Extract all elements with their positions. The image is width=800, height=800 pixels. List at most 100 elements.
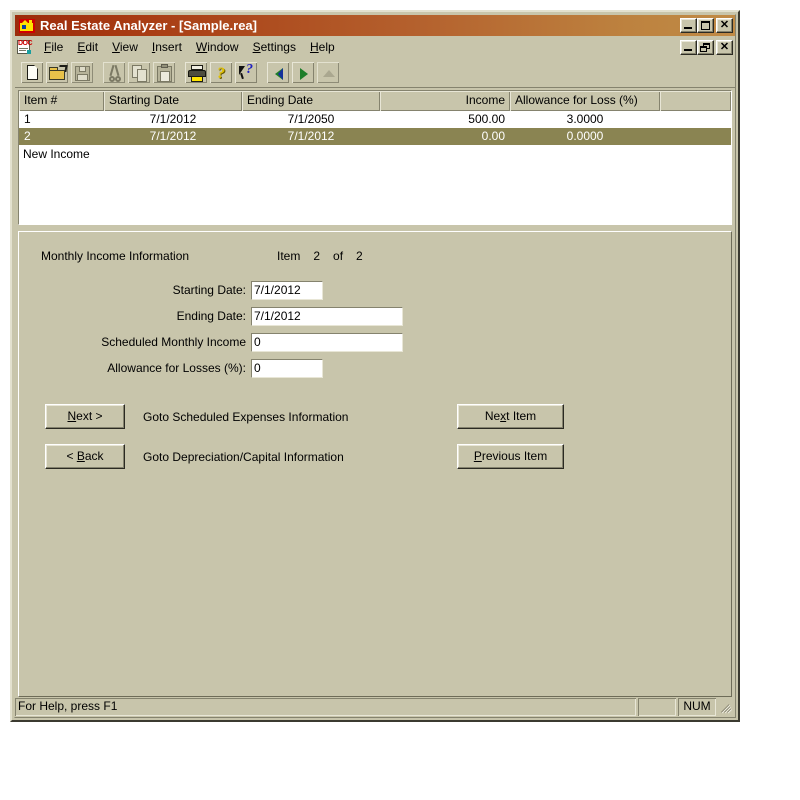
scissors-icon [103, 62, 125, 83]
menu-item-settings[interactable]: Settings [246, 38, 303, 56]
open-folder-icon [46, 62, 68, 83]
document-icon[interactable]: DOC [17, 39, 33, 55]
minimize-button[interactable] [680, 18, 697, 33]
menu-bar: DOC File Edit View Insert Window Setting… [15, 37, 735, 57]
field-row-scheduled-monthly-income: Scheduled Monthly Income [41, 332, 491, 352]
previous-button[interactable] [266, 61, 290, 84]
status-pane-num: NUM [678, 698, 716, 716]
field-row-ending-date: Ending Date: [41, 306, 491, 326]
field-row-allowance-for-losses: Allowance for Losses (%): [41, 358, 491, 378]
column-header-blank[interactable] [660, 91, 731, 111]
toolbar: ? ? [15, 58, 735, 88]
next-item-button[interactable]: Next Item [457, 404, 564, 429]
column-header-income[interactable]: Income [380, 91, 510, 111]
copy-icon [128, 62, 150, 83]
application-window: Real Estate Analyzer - [Sample.rea] ✕ DO… [10, 10, 740, 722]
paste-button[interactable] [152, 61, 176, 84]
cell-blank [660, 111, 731, 128]
cell-income: 0.00 [481, 129, 505, 143]
previous-item-button[interactable]: Previous Item [457, 444, 564, 469]
field-row-starting-date: Starting Date: [41, 280, 491, 300]
table-row[interactable]: 1 7/1/2012 7/1/2050 500.00 3.0000 [19, 111, 731, 128]
restore-icon-front [700, 45, 707, 52]
print-button[interactable] [184, 61, 208, 84]
table-row[interactable]: 2 7/1/2012 7/1/2012 0.00 0.0000 [19, 128, 731, 145]
child-minimize-button[interactable] [680, 39, 697, 55]
left-arrow-icon [267, 62, 289, 83]
item-counter-current: 2 [313, 249, 321, 263]
goto-back-text: Goto Depreciation/Capital Information [143, 450, 344, 464]
label-scheduled-monthly-income: Scheduled Monthly Income [101, 335, 246, 349]
maximize-button[interactable] [697, 18, 714, 33]
column-header-ending-date[interactable]: Ending Date [242, 91, 380, 111]
next-button[interactable]: Next > [45, 404, 125, 429]
about-button[interactable]: ? [209, 61, 233, 84]
scheduled-monthly-income-field[interactable] [251, 332, 403, 352]
cell-starting-date: 7/1/2012 [149, 129, 197, 143]
context-help-icon: ? [235, 62, 257, 83]
item-counter-total: 2 [356, 249, 363, 263]
next-button[interactable] [291, 61, 315, 84]
label-ending-date: Ending Date: [176, 309, 246, 323]
cell-blank [660, 128, 731, 145]
up-button[interactable] [316, 61, 340, 84]
maximize-icon [701, 21, 710, 30]
form-title: Monthly Income Information [41, 249, 190, 263]
toolbar-separator [259, 61, 266, 84]
menu-item-view[interactable]: View [105, 38, 145, 56]
up-arrow-icon [317, 62, 339, 83]
copy-button[interactable] [127, 61, 151, 84]
cell-item-number: 2 [24, 129, 31, 143]
status-message: For Help, press F1 [15, 698, 636, 716]
item-counter-of: of [333, 249, 344, 263]
minimize-icon [684, 27, 692, 29]
save-button[interactable] [70, 61, 94, 84]
income-list-view[interactable]: Item # Starting Date Ending Date Income … [18, 90, 732, 225]
list-note: New Income [23, 147, 90, 161]
new-button[interactable] [20, 61, 44, 84]
back-button[interactable]: < Back [45, 444, 125, 469]
column-header-starting-date[interactable]: Starting Date [104, 91, 242, 111]
cell-income: 500.00 [468, 112, 505, 126]
context-help-button[interactable]: ? [234, 61, 258, 84]
column-header-item-number[interactable]: Item # [19, 91, 104, 111]
cut-button[interactable] [102, 61, 126, 84]
menu-item-insert[interactable]: Insert [145, 38, 189, 56]
close-button[interactable]: ✕ [716, 18, 733, 33]
cell-starting-date: 7/1/2012 [149, 112, 197, 126]
cell-item-number: 1 [24, 112, 31, 126]
menu-item-window[interactable]: Window [189, 38, 246, 56]
allowance-for-losses-field[interactable] [251, 358, 323, 378]
column-header-allowance-for-loss[interactable]: Allowance for Loss (%) [510, 91, 660, 111]
child-restore-button[interactable] [697, 39, 714, 55]
status-pane-blank [638, 698, 676, 716]
item-counter-label: Item [277, 249, 301, 263]
menu-item-edit[interactable]: Edit [70, 38, 105, 56]
close-icon: ✕ [719, 40, 730, 53]
income-form-panel: Monthly Income Information Item 2 of 2 S… [18, 231, 732, 697]
right-arrow-icon [292, 62, 314, 83]
label-allowance-for-losses: Allowance for Losses (%): [107, 361, 246, 375]
house-icon[interactable] [19, 18, 35, 33]
save-disk-icon [71, 62, 93, 83]
goto-next-text: Goto Scheduled Expenses Information [143, 410, 349, 424]
new-document-icon [21, 62, 43, 83]
resize-grip[interactable] [718, 698, 734, 716]
status-bar: For Help, press F1 NUM [15, 697, 735, 717]
ending-date-field[interactable] [251, 306, 403, 326]
title-bar[interactable]: Real Estate Analyzer - [Sample.rea] ✕ [15, 15, 735, 36]
menu-item-file[interactable]: File [37, 38, 70, 56]
label-starting-date: Starting Date: [172, 283, 246, 297]
cell-ending-date: 7/1/2012 [287, 129, 335, 143]
minimize-icon [684, 48, 692, 51]
question-mark-icon: ? [217, 65, 225, 82]
toolbar-separator [95, 61, 102, 84]
starting-date-field[interactable] [251, 280, 323, 300]
menu-item-help[interactable]: Help [303, 38, 342, 56]
cell-allowance-for-loss: 0.0000 [566, 129, 604, 143]
cell-allowance-for-loss: 3.0000 [566, 112, 604, 126]
child-close-button[interactable]: ✕ [716, 39, 733, 55]
printer-icon [185, 62, 207, 83]
open-button[interactable] [45, 61, 69, 84]
toolbar-separator [177, 61, 184, 84]
